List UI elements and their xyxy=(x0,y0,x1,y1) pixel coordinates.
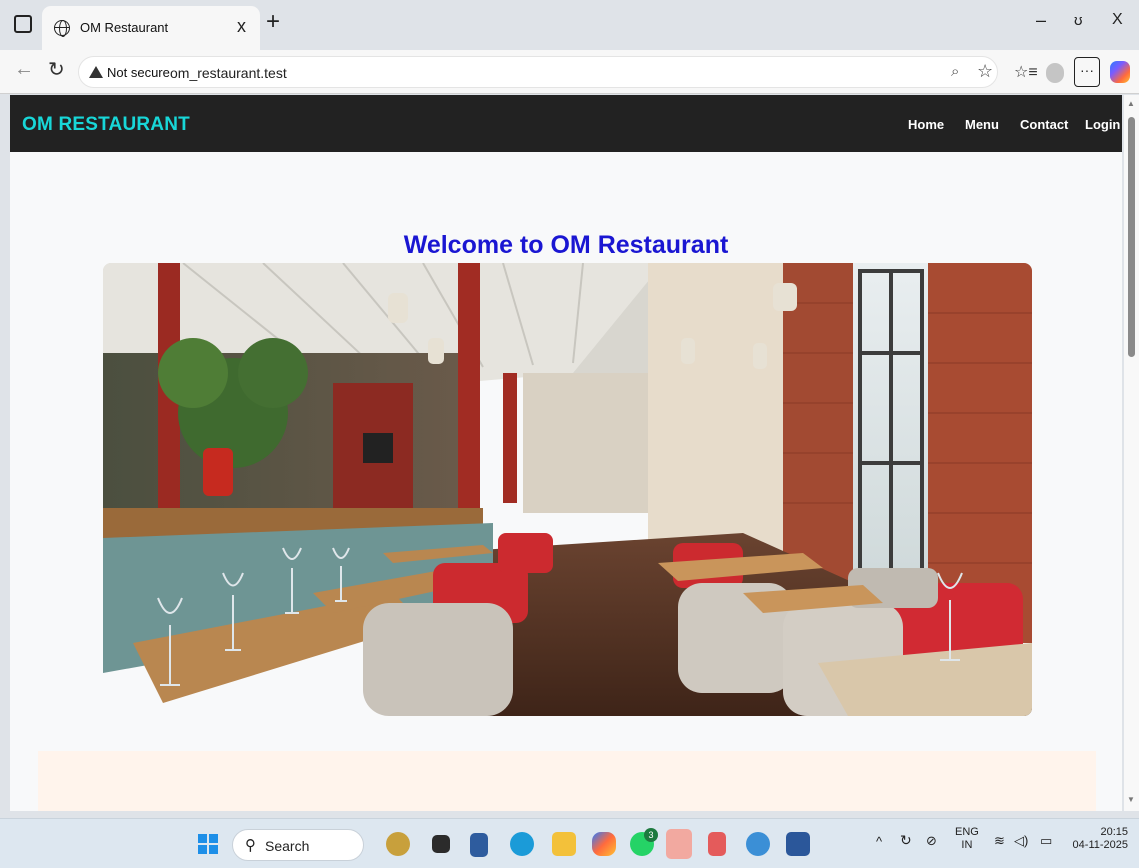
nav-link-contact[interactable]: Contact xyxy=(1020,117,1068,132)
browser-tab-bar: OM Restaurant x + – ʊ X xyxy=(0,0,1139,50)
tab-title: OM Restaurant xyxy=(80,20,169,35)
page-viewport: OM RESTAURANT Home Menu Contact Login We… xyxy=(10,95,1122,811)
hero-heading: Welcome to OM Restaurant xyxy=(403,231,729,259)
paint-icon[interactable] xyxy=(746,832,770,856)
tray-chevron-icon[interactable]: ^ xyxy=(876,835,882,848)
search-icon: ⚲ xyxy=(245,837,256,854)
windows-taskbar: ⚲ Search 3 ^ ↻ ⊘ ENG IN ≋ ◁) ▭ 20:15 04-… xyxy=(0,818,1139,868)
volume-icon[interactable]: ◁) xyxy=(1014,834,1028,847)
browser-tab[interactable]: OM Restaurant x xyxy=(42,6,260,50)
close-window-button[interactable]: X xyxy=(1112,11,1123,29)
restaurant-interior-image xyxy=(103,263,1032,716)
word-icon[interactable] xyxy=(786,832,810,856)
widget-icon[interactable] xyxy=(386,832,410,856)
site-navbar: OM RESTAURANT Home Menu Contact Login xyxy=(10,95,1122,152)
scroll-up-icon[interactable]: ▲ xyxy=(1127,99,1135,108)
whatsapp-badge: 3 xyxy=(644,828,658,842)
zoom-icon[interactable]: ⌕ xyxy=(951,63,959,80)
copilot-icon[interactable] xyxy=(1110,61,1130,83)
security-label[interactable]: Not secure xyxy=(107,65,170,80)
nav-link-home[interactable]: Home xyxy=(908,117,944,132)
new-tab-button[interactable]: + xyxy=(266,8,280,36)
clock-time: 20:15 xyxy=(1100,826,1128,838)
address-bar[interactable]: Not secure om_restaurant.test ⌕ ☆ xyxy=(78,56,998,88)
edge-icon[interactable] xyxy=(510,832,534,856)
back-icon[interactable]: ← xyxy=(14,58,34,81)
active-app-icon[interactable] xyxy=(666,829,692,859)
region-label: IN xyxy=(961,839,973,851)
clock-date: 04-11-2025 xyxy=(1072,839,1128,851)
taskbar-search[interactable]: ⚲ Search xyxy=(232,829,364,861)
snipping-tool-icon[interactable] xyxy=(708,832,726,856)
copilot-taskbar-icon[interactable] xyxy=(592,832,616,856)
restore-button[interactable]: ʊ xyxy=(1074,12,1083,29)
scroll-down-icon[interactable]: ▼ xyxy=(1127,795,1135,804)
tab-close-button[interactable]: x xyxy=(237,16,246,37)
warning-icon xyxy=(89,66,103,78)
reload-icon[interactable]: ↻ xyxy=(48,57,65,82)
more-menu-button[interactable]: ··· xyxy=(1074,57,1100,87)
browser-toolbar: ← ↻ Not secure om_restaurant.test ⌕ ☆ ☆≡… xyxy=(0,50,1139,94)
scroll-thumb[interactable] xyxy=(1128,117,1135,357)
store-icon[interactable] xyxy=(470,833,488,857)
nav-link-menu[interactable]: Menu xyxy=(965,117,999,132)
globe-icon xyxy=(54,20,70,37)
profile-icon[interactable] xyxy=(1046,63,1064,83)
windows-start-icon[interactable] xyxy=(198,834,218,854)
language-label: ENG xyxy=(955,826,979,838)
minimize-button[interactable]: – xyxy=(1036,10,1046,31)
nav-link-login[interactable]: Login xyxy=(1085,117,1120,132)
site-brand[interactable]: OM RESTAURANT xyxy=(22,114,190,136)
language-indicator[interactable]: ENG IN xyxy=(955,826,979,852)
wifi-icon[interactable]: ≋ xyxy=(994,834,1005,847)
location-off-icon[interactable]: ⊘ xyxy=(926,834,937,847)
search-label: Search xyxy=(265,838,310,854)
star-icon[interactable]: ☆ xyxy=(977,61,993,82)
clock[interactable]: 20:15 04-11-2025 xyxy=(1066,826,1128,852)
url-text[interactable]: om_restaurant.test xyxy=(170,65,287,81)
page-scrollbar[interactable]: ▲ ▼ xyxy=(1124,95,1139,811)
battery-icon[interactable]: ▭ xyxy=(1040,834,1052,847)
tab-panel-icon[interactable] xyxy=(14,15,32,33)
sync-icon[interactable]: ↻ xyxy=(900,833,912,847)
content-section xyxy=(38,751,1096,811)
favorites-icon[interactable]: ☆≡ xyxy=(1014,62,1038,82)
whatsapp-icon[interactable]: 3 xyxy=(630,828,658,856)
file-explorer-icon[interactable] xyxy=(552,832,576,856)
task-view-icon[interactable] xyxy=(432,835,450,853)
